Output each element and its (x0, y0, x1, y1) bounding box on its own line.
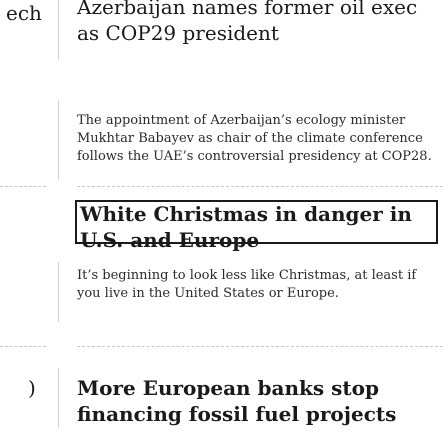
left-column-separator (0, 346, 46, 347)
story-headline[interactable]: More European banks stop financing fossi… (77, 375, 437, 427)
column-divider (58, 100, 59, 180)
left-column-bullet: ) (28, 376, 36, 400)
story-summary: It’s beginning to look less like Christm… (77, 268, 417, 301)
left-column-headline-fragment[interactable]: ech (6, 0, 42, 26)
story-headline[interactable]: Azerbaijan names former oil exec as COP2… (77, 0, 443, 70)
story-summary: The appointment of Azerbaijan’s ecology … (77, 113, 432, 164)
story-separator (77, 186, 443, 187)
column-divider (58, 262, 59, 322)
left-column-partial: ech ) (0, 0, 60, 448)
story-headline[interactable]: White Christmas in danger in U.S. and Eu… (80, 201, 440, 253)
story-separator (77, 346, 443, 347)
left-column-separator (0, 186, 46, 187)
column-divider (58, 368, 59, 428)
column-divider (58, 0, 59, 60)
